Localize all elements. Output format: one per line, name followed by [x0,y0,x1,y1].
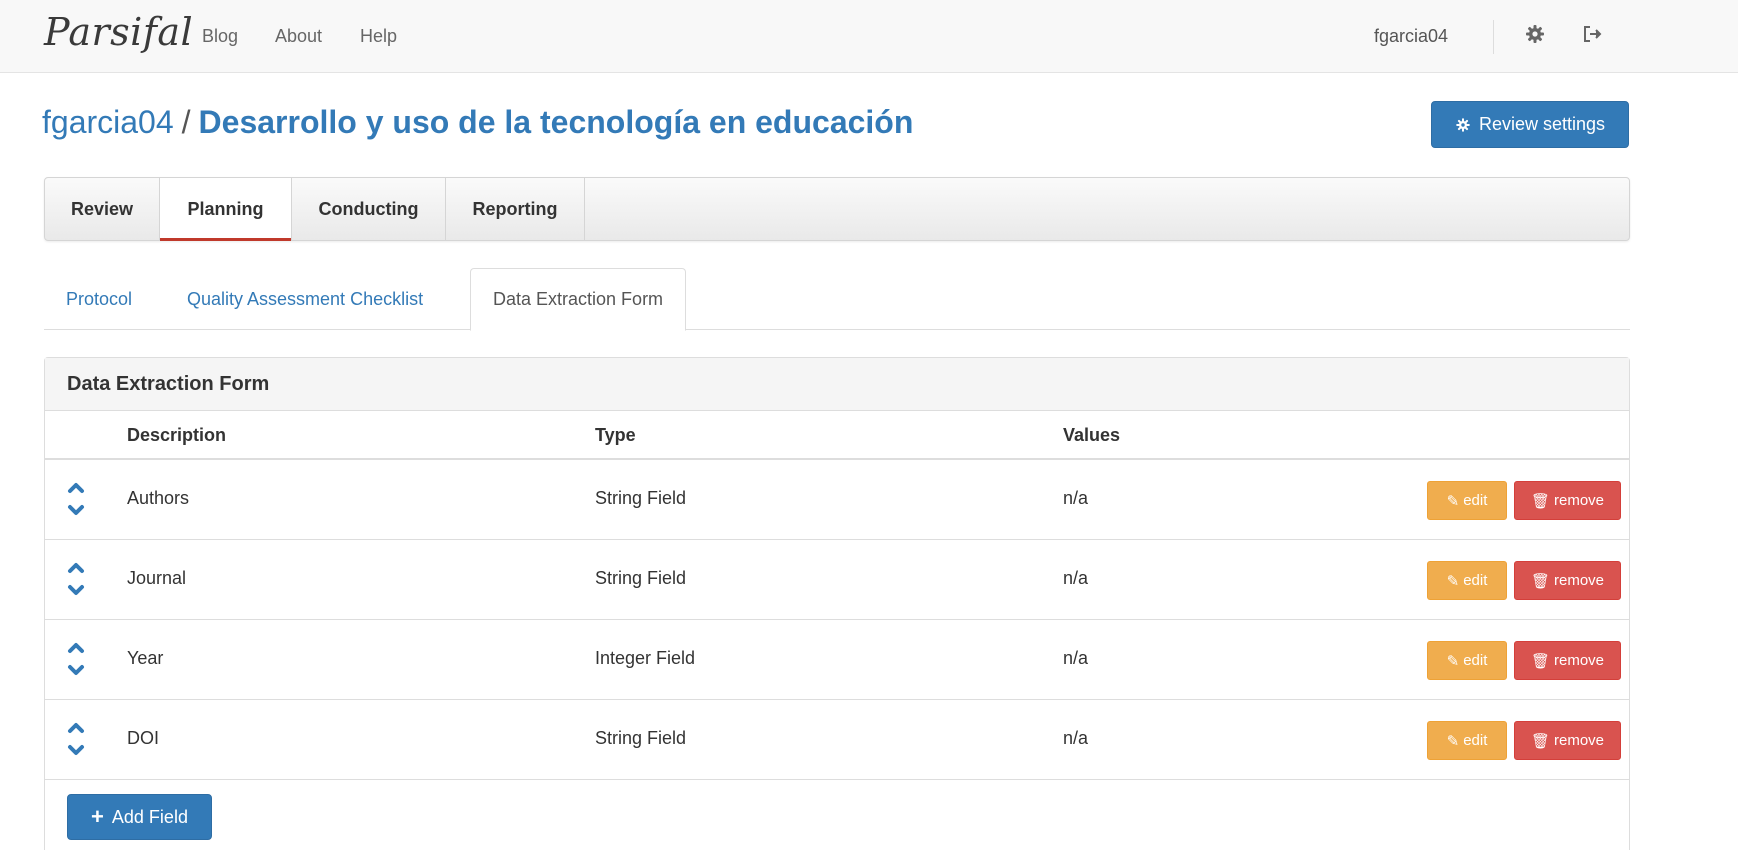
table-row: DOI String Field n/a ✎ edit 🗑 remove [45,700,1629,780]
nav-username[interactable]: fgarcia04 [1374,26,1448,47]
remove-label: remove [1554,572,1605,589]
edit-label: edit [1463,652,1488,669]
pencil-icon: ✎ [1446,572,1460,590]
remove-button[interactable]: 🗑 remove [1514,481,1621,520]
remove-label: remove [1554,732,1605,749]
tab-conducting[interactable]: Conducting [292,178,446,240]
nav-link-blog[interactable]: Blog [202,26,238,47]
panel-title: Data Extraction Form [45,358,1629,411]
review-owner-link[interactable]: fgarcia04 [42,104,174,140]
reorder-control [65,476,87,522]
gear-icon [1456,117,1470,132]
field-type: String Field [595,568,687,588]
trash-icon: 🗑 [1530,492,1550,510]
field-type: String Field [595,728,687,748]
sign-out-icon[interactable] [1580,22,1606,48]
review-settings-button[interactable]: Review settings [1431,101,1629,148]
edit-button[interactable]: ✎ edit [1427,561,1507,600]
review-title-link[interactable]: Desarrollo y uso de la tecnología en edu… [199,104,914,140]
edit-button[interactable]: ✎ edit [1427,641,1507,680]
edit-button[interactable]: ✎ edit [1427,721,1507,760]
brand-logo[interactable]: Parsifal [44,10,193,54]
field-type: String Field [595,488,687,508]
tab-review[interactable]: Review [45,178,160,240]
pencil-icon: ✎ [1446,492,1460,510]
chevron-up-icon[interactable] [68,483,84,493]
trash-icon: 🗑 [1530,572,1550,590]
column-header-description: Description [127,425,227,445]
field-description: Authors [127,488,190,508]
subtab-data-extraction-form[interactable]: Data Extraction Form [470,268,687,331]
reorder-control [65,636,87,682]
field-description: DOI [127,728,160,748]
chevron-up-icon[interactable] [68,723,84,733]
top-navbar: Parsifal Blog About Help fgarcia04 [0,0,1738,73]
reorder-control [65,716,87,762]
chevron-up-icon[interactable] [68,563,84,573]
add-field-label: Add Field [111,806,188,827]
trash-icon: 🗑 [1530,652,1550,670]
chevron-down-icon[interactable] [68,665,84,675]
reorder-control [65,556,87,602]
table-header: Description Type Values [45,411,1629,460]
subtab-quality-assessment-checklist[interactable]: Quality Assessment Checklist [165,268,445,330]
field-description: Year [127,648,164,668]
remove-button[interactable]: 🗑 remove [1514,641,1621,680]
title-separator: / [181,104,191,140]
main-tabs: Review Planning Conducting Reporting [44,177,1630,241]
remove-label: remove [1554,652,1605,669]
gear-icon[interactable] [1523,22,1549,48]
nav-divider [1493,20,1494,54]
page-title: fgarcia04/Desarrollo y uso de la tecnolo… [42,104,913,141]
edit-label: edit [1463,732,1488,749]
plus-icon: + [91,804,104,829]
column-header-type: Type [595,425,636,445]
tab-reporting[interactable]: Reporting [446,178,585,240]
field-type: Integer Field [595,648,696,668]
add-field-button[interactable]: + Add Field [67,794,212,840]
table-row: Authors String Field n/a ✎ edit 🗑 remove [45,460,1629,540]
field-values: n/a [1063,728,1089,748]
field-description: Journal [127,568,187,588]
nav-link-help[interactable]: Help [360,26,397,47]
edit-label: edit [1463,492,1488,509]
chevron-up-icon[interactable] [68,643,84,653]
nav-link-about[interactable]: About [275,26,322,47]
edit-button[interactable]: ✎ edit [1427,481,1507,520]
edit-label: edit [1463,572,1488,589]
field-values: n/a [1063,568,1089,588]
trash-icon: 🗑 [1530,732,1550,750]
sub-tabs: Protocol Quality Assessment Checklist Da… [44,268,1630,331]
remove-button[interactable]: 🗑 remove [1514,561,1621,600]
field-values: n/a [1063,648,1089,668]
table-row: Journal String Field n/a ✎ edit 🗑 remove [45,540,1629,620]
remove-button[interactable]: 🗑 remove [1514,721,1621,760]
tab-planning[interactable]: Planning [160,178,292,241]
review-settings-label: Review settings [1478,114,1606,134]
pencil-icon: ✎ [1446,732,1460,750]
chevron-down-icon[interactable] [68,745,84,755]
chevron-down-icon[interactable] [68,505,84,515]
data-extraction-panel: Data Extraction Form Description Type Va… [44,357,1630,850]
column-header-values: Values [1063,425,1121,445]
chevron-down-icon[interactable] [68,585,84,595]
table-row: Year Integer Field n/a ✎ edit 🗑 remove [45,620,1629,700]
pencil-icon: ✎ [1446,652,1460,670]
remove-label: remove [1554,492,1605,509]
field-values: n/a [1063,488,1089,508]
subtab-protocol[interactable]: Protocol [44,268,154,330]
